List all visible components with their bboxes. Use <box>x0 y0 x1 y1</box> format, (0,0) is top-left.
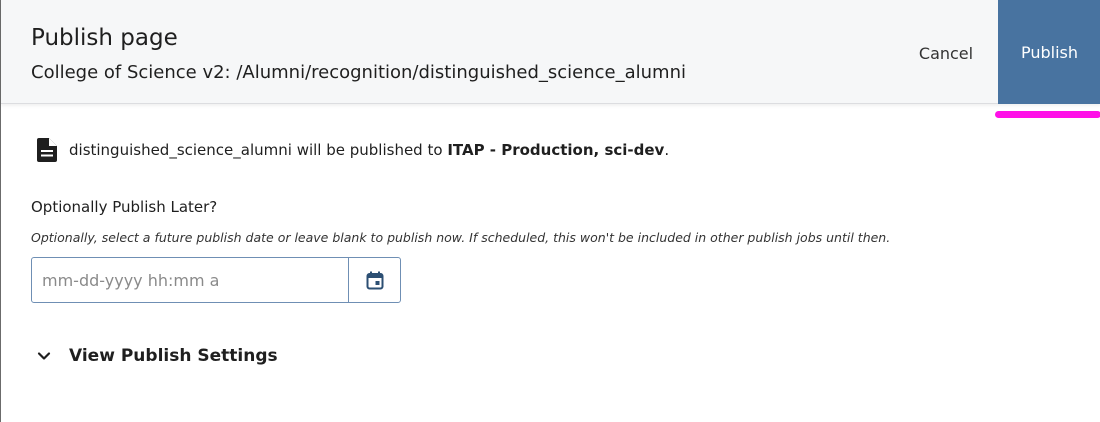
page-path: College of Science v2: /Alumni/recogniti… <box>31 62 687 83</box>
cancel-button[interactable]: Cancel <box>899 30 993 76</box>
dialog-header: Publish page College of Science v2: /Alu… <box>1 0 1100 104</box>
page-title: Publish page <box>31 25 178 51</box>
publish-notice: distinguished_science_alumni will be pub… <box>37 138 669 162</box>
publish-focus-indicator <box>995 111 1100 118</box>
document-icon <box>37 138 57 162</box>
view-publish-settings-label: View Publish Settings <box>69 346 278 366</box>
publish-button[interactable]: Publish <box>998 0 1100 104</box>
publish-later-label: Optionally Publish Later? <box>31 198 218 216</box>
notice-asset-name: distinguished_science_alumni <box>69 141 292 159</box>
publish-later-help: Optionally, select a future publish date… <box>31 230 891 245</box>
calendar-icon <box>366 271 384 290</box>
publish-date-input[interactable] <box>32 258 348 302</box>
calendar-button[interactable] <box>348 258 400 302</box>
notice-middle-text: will be published to <box>291 141 448 159</box>
notice-end-text: . <box>664 141 670 159</box>
view-publish-settings-toggle[interactable]: View Publish Settings <box>37 343 278 369</box>
publish-date-picker <box>31 257 401 303</box>
publish-dialog: Publish page College of Science v2: /Alu… <box>0 0 1100 422</box>
notice-destination: ITAP - Production, sci-dev <box>447 141 665 159</box>
chevron-down-icon <box>37 347 55 365</box>
